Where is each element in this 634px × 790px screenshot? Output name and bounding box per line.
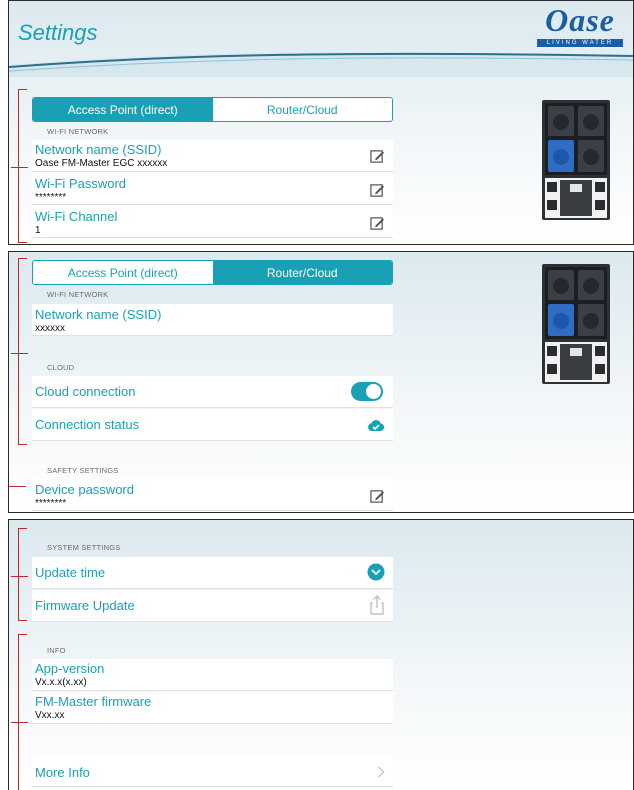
settings-panel-router-cloud: Access Point (direct) Router/Cloud WI-FI… <box>8 251 634 513</box>
settings-panel-system-info: SYSTEM SETTINGS Update time Firmware Upd… <box>8 519 634 790</box>
app-header: Settings Oase LIVING WATER <box>9 1 633 63</box>
wifi-channel-value: 1 <box>35 225 41 236</box>
device-password-row[interactable]: Device password ******** <box>32 479 393 511</box>
annotation-bracket <box>11 89 28 243</box>
network-name-row[interactable]: Network name (SSID) Oase FM-Master EGC x… <box>32 140 393 172</box>
logo-wordmark: Oase <box>545 2 615 38</box>
chevron-down-circle-icon[interactable] <box>367 563 385 581</box>
tab-access-point[interactable]: Access Point (direct) <box>33 261 213 284</box>
section-header-wifi: WI-FI NETWORK <box>47 127 109 136</box>
wifi-password-value: ******** <box>35 192 67 203</box>
network-name-row[interactable]: Network name (SSID) xxxxxx <box>32 304 393 336</box>
share-upload-icon[interactable] <box>369 595 385 615</box>
device-password-value: ******** <box>35 498 67 509</box>
section-header-info: INFO <box>47 646 66 655</box>
connection-status-label: Connection status <box>35 417 140 432</box>
cloud-connection-toggle[interactable] <box>351 382 383 401</box>
wifi-password-row[interactable]: Wi-Fi Password ******** <box>32 173 393 205</box>
edit-icon[interactable] <box>370 149 385 164</box>
annotation-tick <box>11 722 28 723</box>
firmware-update-label: Firmware Update <box>35 598 135 613</box>
edit-icon[interactable] <box>370 183 385 198</box>
section-header-safety: SAFETY SETTINGS <box>47 466 119 475</box>
app-version-value: Vx.x.x(x.xx) <box>35 677 87 688</box>
section-header-cloud: CLOUD <box>47 363 75 372</box>
annotation-tick <box>11 167 28 168</box>
tab-router-cloud[interactable]: Router/Cloud <box>213 98 393 121</box>
connection-mode-segmented-control[interactable]: Access Point (direct) Router/Cloud <box>32 260 393 285</box>
fm-master-device-image <box>542 100 610 220</box>
header-wave-decoration <box>9 41 634 77</box>
firmware-update-row[interactable]: Firmware Update <box>32 590 393 622</box>
fm-firmware-label: FM-Master firmware <box>35 694 152 709</box>
annotation-bracket <box>11 258 28 445</box>
network-name-label: Network name (SSID) <box>35 307 162 322</box>
annotation-tick <box>9 486 26 487</box>
annotation-bracket <box>11 528 28 621</box>
update-time-row[interactable]: Update time <box>32 557 393 589</box>
network-name-value: xxxxxx <box>35 323 65 334</box>
more-info-label: More Info <box>35 765 90 780</box>
network-name-label: Network name (SSID) <box>35 142 162 157</box>
cloud-connection-label: Cloud connection <box>35 384 136 399</box>
settings-panel-access-point: Settings Oase LIVING WATER Access Point … <box>8 0 634 245</box>
fm-firmware-row: FM-Master firmware Vxx.xx <box>32 692 393 724</box>
wifi-channel-label: Wi-Fi Channel <box>35 209 118 224</box>
annotation-tick <box>11 576 28 577</box>
wifi-channel-row[interactable]: Wi-Fi Channel 1 <box>32 206 393 238</box>
app-version-label: App-version <box>35 661 105 676</box>
wifi-password-label: Wi-Fi Password <box>35 176 127 191</box>
edit-icon[interactable] <box>370 489 385 504</box>
annotation-tick <box>11 353 28 354</box>
update-time-label: Update time <box>35 565 106 580</box>
connection-mode-segmented-control[interactable]: Access Point (direct) Router/Cloud <box>32 97 393 122</box>
connection-status-row: Connection status <box>32 409 393 441</box>
fm-master-device-image <box>542 264 610 384</box>
tab-router-cloud[interactable]: Router/Cloud <box>212 261 392 284</box>
edit-icon[interactable] <box>370 216 385 231</box>
cloud-check-icon <box>368 420 385 431</box>
more-info-row[interactable]: More Info <box>32 755 393 787</box>
cloud-connection-row: Cloud connection <box>32 376 393 408</box>
app-version-row: App-version Vx.x.x(x.xx) <box>32 659 393 691</box>
chevron-right-icon[interactable] <box>377 766 385 778</box>
network-name-value: Oase FM-Master EGC xxxxxx <box>35 158 168 169</box>
section-header-system: SYSTEM SETTINGS <box>47 543 121 552</box>
tab-access-point[interactable]: Access Point (direct) <box>33 98 213 121</box>
section-header-wifi: WI-FI NETWORK <box>47 290 109 299</box>
device-password-label: Device password <box>35 482 134 497</box>
annotation-bracket <box>11 634 28 790</box>
fm-firmware-value: Vxx.xx <box>35 710 65 721</box>
toggle-knob <box>366 384 381 399</box>
